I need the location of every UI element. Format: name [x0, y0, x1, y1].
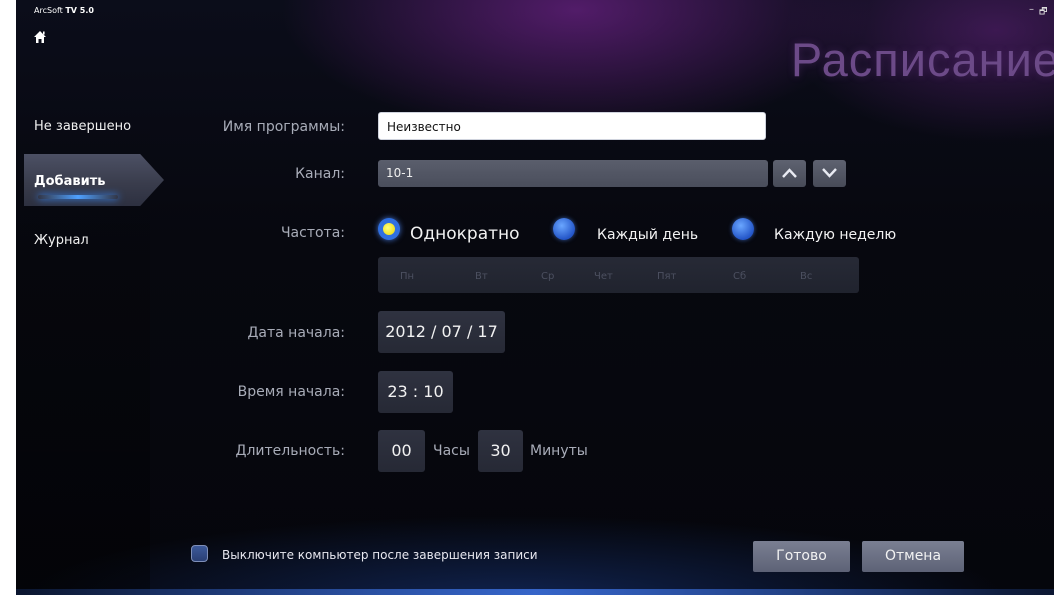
duration-minutes-field[interactable]: 30 [478, 430, 523, 472]
shutdown-label: Выключите компьютер после завершения зап… [222, 548, 538, 562]
app-window: ArcSoft TV 5.0 – 🗗 Расписание Не заверше… [16, 0, 1054, 595]
day-wed[interactable]: Ср [541, 271, 554, 282]
shutdown-checkbox[interactable] [191, 545, 208, 562]
start-date-label: Дата начала: [247, 325, 345, 341]
minutes-unit: Минуты [530, 443, 588, 459]
brand-name: TV 5.0 [65, 6, 94, 15]
ok-button[interactable]: Готово [753, 541, 850, 572]
channel-up-button[interactable] [773, 160, 806, 187]
page-title: Расписание [790, 33, 1054, 86]
sidebar-item-incomplete[interactable]: Не завершено [34, 119, 131, 134]
minimize-button[interactable]: – [1029, 4, 1034, 15]
program-name-label: Имя программы: [222, 119, 345, 135]
channel-down-button[interactable] [813, 160, 846, 187]
radio-weekly-label: Каждую неделю [774, 227, 897, 243]
active-indicator [38, 195, 118, 199]
chevron-up-icon [782, 168, 797, 178]
radio-weekly[interactable] [732, 218, 754, 240]
program-name-input[interactable]: Неизвестно [378, 112, 766, 140]
app-brand: ArcSoft TV 5.0 [34, 6, 94, 15]
day-sat[interactable]: Сб [733, 271, 746, 282]
start-date-field[interactable]: 2012 / 07 / 17 [378, 311, 505, 353]
day-fri[interactable]: Пят [657, 271, 676, 282]
day-thu[interactable]: Чет [594, 271, 613, 282]
weekday-selector: Пн Вт Ср Чет Пят Сб Вс [378, 257, 859, 293]
cancel-button[interactable]: Отмена [862, 541, 964, 572]
channel-label: Канал: [295, 166, 345, 182]
radio-daily[interactable] [553, 218, 575, 240]
duration-label: Длительность: [235, 443, 346, 459]
frequency-label: Частота: [280, 225, 345, 241]
channel-select[interactable]: 10-1 [378, 160, 768, 187]
sidebar-item-label: Добавить [34, 174, 106, 189]
day-tue[interactable]: Вт [475, 271, 488, 282]
radio-once[interactable] [378, 218, 400, 240]
chevron-down-icon [822, 168, 837, 178]
radio-once-label: Однократно [410, 224, 520, 244]
sidebar-item-log[interactable]: Журнал [34, 233, 89, 248]
radio-daily-label: Каждый день [597, 227, 699, 243]
start-time-field[interactable]: 23 : 10 [378, 371, 453, 413]
restore-button[interactable]: 🗗 [1039, 4, 1047, 20]
day-mon[interactable]: Пн [400, 271, 414, 282]
hours-unit: Часы [433, 443, 470, 459]
bottom-glow [16, 589, 1054, 595]
start-time-label: Время начала: [237, 384, 345, 400]
day-sun[interactable]: Вс [800, 271, 812, 282]
home-icon[interactable] [33, 29, 47, 43]
duration-hours-field[interactable]: 00 [378, 430, 425, 472]
sidebar-item-add[interactable]: Добавить [24, 154, 164, 206]
brand-prefix: ArcSoft [34, 6, 63, 15]
